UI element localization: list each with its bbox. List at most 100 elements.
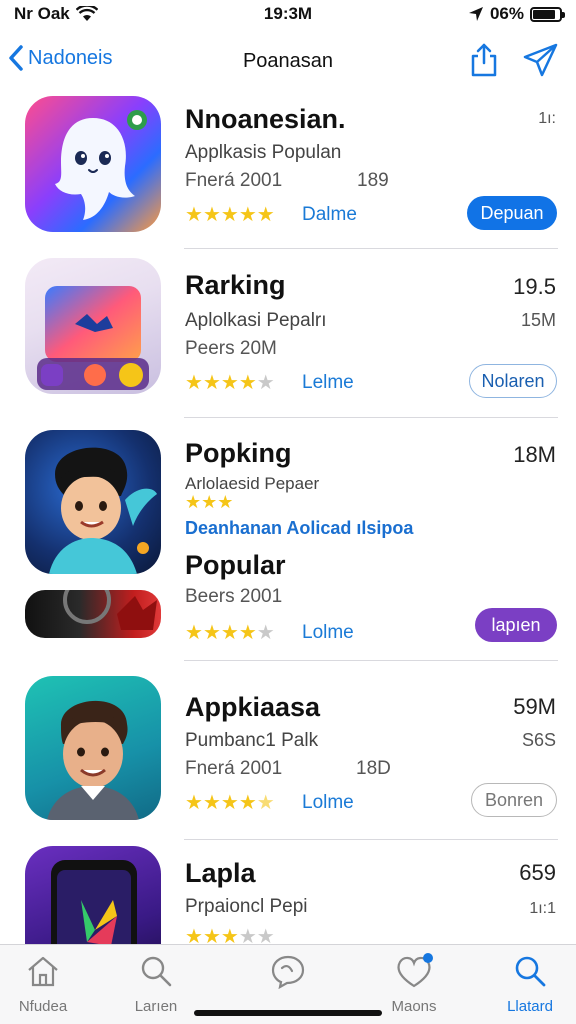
tab-label: Llatard — [507, 998, 553, 1015]
tab-chat[interactable] — [238, 953, 338, 998]
dark-banner-icon — [63, 590, 157, 630]
star-icon: ★ — [256, 792, 275, 814]
battery-icon — [530, 6, 565, 22]
app-size: 659 — [519, 860, 556, 885]
app-size-secondary: 15M — [520, 310, 556, 330]
star-icon: ★ — [185, 622, 203, 644]
man-avatar-icon — [47, 700, 139, 820]
app-size-secondary: 1ı:1 — [529, 900, 556, 917]
home-icon — [28, 956, 58, 987]
app-subtitle: Pumbanc1 Palk — [185, 730, 319, 751]
divider — [184, 660, 558, 661]
star-icon: ★ — [256, 204, 275, 226]
open-button[interactable]: Nolaren — [469, 364, 557, 398]
app-meta-count: 18D — [356, 758, 391, 779]
app-subtitle: Applkasis Populan — [185, 142, 342, 163]
star-rating: ★★★★★ — [185, 924, 275, 945]
star-icon: ★ — [238, 792, 257, 814]
heart-icon — [397, 953, 433, 988]
star-icon: ★ — [202, 372, 221, 394]
app-size: 1ı: — [538, 110, 556, 127]
star-icon: ★ — [202, 926, 221, 945]
app-icon-boy — [25, 430, 161, 574]
paper-plane-icon — [523, 43, 558, 77]
rating-link[interactable]: Lolme — [302, 622, 354, 644]
rating-link[interactable]: Lolme — [302, 792, 354, 814]
search-active-icon — [515, 956, 546, 987]
star-rating: ★★★★★ — [185, 370, 275, 395]
divider — [184, 417, 558, 418]
star-rating: ★★★★★ — [185, 790, 275, 815]
star-icon: ★ — [256, 926, 275, 945]
star-rating-small: ★★★ — [185, 492, 233, 513]
tab-favorites[interactable]: Maons — [364, 953, 464, 1015]
app-icon-phone — [25, 846, 161, 945]
promo-text: Deanhanan Aolicad ılsipoa — [185, 518, 414, 538]
app-name-secondary: Popular — [185, 550, 286, 580]
cards-app-icon — [37, 286, 149, 390]
get-button[interactable]: Depuan — [467, 196, 557, 230]
rating-link[interactable]: Lelme — [302, 372, 354, 394]
navigation-bar: Nadoneis Poanasan — [0, 36, 576, 86]
app-subtitle: Arlolaesid Pepaer — [185, 474, 320, 493]
star-icon: ★ — [238, 372, 257, 394]
tab-label: Nfudea — [18, 998, 68, 1015]
star-icon: ★ — [185, 792, 203, 814]
app-size-secondary: S6S — [521, 730, 556, 750]
send-button[interactable] — [522, 42, 558, 78]
open-button[interactable]: Bonren — [471, 783, 557, 817]
star-icon: ★ — [220, 622, 239, 644]
app-icon-ghost — [25, 96, 161, 232]
chat-icon — [271, 955, 305, 990]
carrier-label: Nr Oak — [14, 4, 70, 23]
tab-home[interactable]: Nfudea — [0, 953, 93, 1015]
star-icon: ★ — [256, 622, 275, 644]
star-icon: ★ — [238, 926, 257, 945]
star-icon: ★ — [217, 492, 234, 512]
app-meta-count: 189 — [357, 170, 389, 191]
tab-search[interactable]: Larıen — [106, 953, 206, 1015]
boy-character-icon — [49, 447, 157, 574]
app-size: 19.5 — [513, 274, 556, 299]
app-subtitle: Aplolkasi Pepalrı — [185, 310, 327, 331]
app-size: 59M — [513, 694, 556, 719]
app-list: Nnoanesian. Applkasis Populan Fnerá 2001… — [0, 90, 576, 945]
star-icon: ★ — [238, 622, 257, 644]
app-name: Popking — [185, 438, 292, 468]
star-icon: ★ — [201, 492, 218, 512]
ghost-mascot-icon — [55, 110, 147, 220]
home-indicator — [194, 1010, 382, 1016]
app-name: Appkiaasa — [185, 692, 321, 722]
star-icon: ★ — [256, 372, 275, 394]
star-icon: ★ — [185, 926, 203, 945]
app-meta: Peers 20M — [185, 338, 277, 359]
star-icon: ★ — [185, 204, 203, 226]
get-button[interactable]: lapıen — [475, 608, 557, 642]
star-icon: ★ — [238, 204, 257, 226]
divider — [184, 839, 558, 840]
tab-bar: Nfudea Larıen Maons Llatard — [0, 944, 576, 1024]
share-button[interactable] — [466, 42, 502, 78]
star-icon: ★ — [185, 372, 203, 394]
rating-link[interactable]: Dalme — [302, 204, 357, 226]
app-meta: Fnerá 2001 — [185, 758, 283, 779]
star-icon: ★ — [185, 492, 202, 512]
star-icon: ★ — [220, 926, 239, 945]
app-icon-cards — [25, 258, 161, 394]
star-rating: ★★★★★ — [185, 620, 275, 645]
tab-search-active[interactable]: Llatard — [480, 953, 576, 1015]
phone-app-icon — [51, 860, 137, 945]
status-bar: Nr Oak 19:3M 06% — [0, 0, 576, 28]
battery-percent: 06% — [489, 4, 524, 23]
star-icon: ★ — [202, 622, 221, 644]
tab-label: Larıen — [134, 998, 178, 1015]
star-icon: ★ — [220, 792, 239, 814]
app-name: Rarking — [185, 270, 286, 300]
star-rating: ★★★★★ — [185, 202, 275, 227]
app-meta: Fnerá 2001 — [185, 170, 283, 191]
star-icon: ★ — [202, 204, 221, 226]
app-name: Lapla — [185, 858, 256, 888]
share-icon — [471, 43, 497, 77]
wifi-icon — [75, 6, 98, 21]
divider — [184, 248, 558, 249]
